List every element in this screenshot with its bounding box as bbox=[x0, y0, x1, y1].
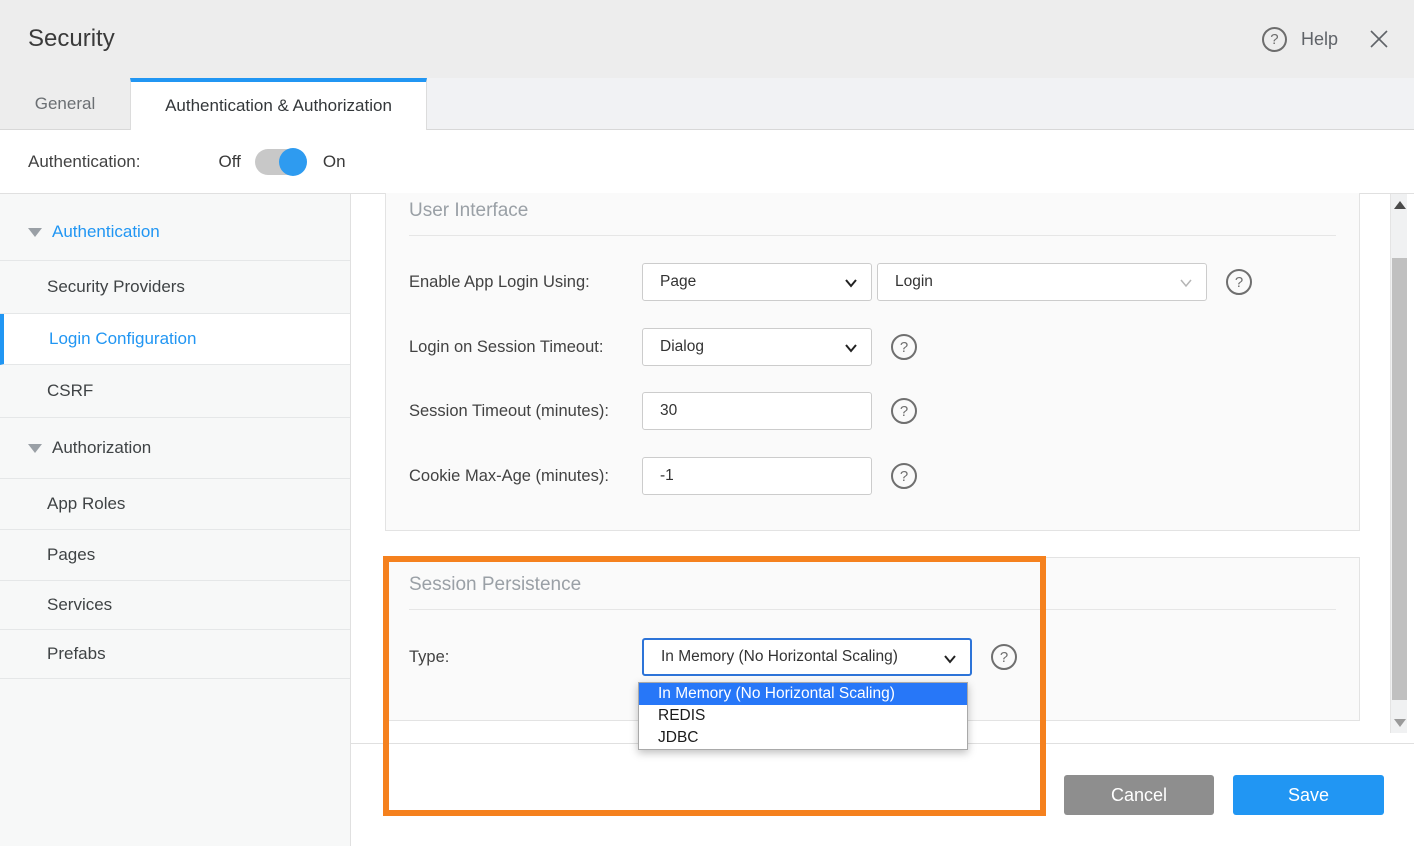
content-scrollbar[interactable] bbox=[1390, 194, 1407, 733]
sidebar-item-login-configuration[interactable]: Login Configuration bbox=[0, 314, 350, 365]
login-page-select[interactable]: Login bbox=[877, 263, 1207, 301]
sidebar-group-authentication[interactable]: Authentication bbox=[0, 194, 350, 261]
settings-content: User Interface Enable App Login Using: P… bbox=[351, 194, 1414, 846]
section-title: User Interface bbox=[409, 193, 1336, 222]
field-row-enable-app-login: Enable App Login Using: Page Login ? bbox=[409, 263, 1336, 301]
sidebar-item-csrf[interactable]: CSRF bbox=[0, 365, 350, 418]
sidebar-item-label: Services bbox=[47, 595, 112, 615]
dialog-header: Security ? Help bbox=[0, 0, 1414, 78]
section-divider bbox=[409, 609, 1336, 610]
login-session-timeout-select[interactable]: Dialog bbox=[642, 328, 872, 366]
tab-bar: General Authentication & Authorization bbox=[0, 78, 1414, 130]
caret-down-icon bbox=[28, 228, 42, 237]
user-interface-section: User Interface Enable App Login Using: P… bbox=[385, 193, 1360, 531]
section-divider bbox=[409, 235, 1336, 236]
sidebar-item-prefabs[interactable]: Prefabs bbox=[0, 630, 350, 679]
sidebar-item-services[interactable]: Services bbox=[0, 581, 350, 630]
close-icon[interactable] bbox=[1366, 26, 1392, 52]
cookie-max-age-field-wrap bbox=[642, 457, 872, 495]
toggle-on-label: On bbox=[323, 152, 346, 172]
tab-authentication-authorization[interactable]: Authentication & Authorization bbox=[130, 78, 427, 130]
enable-app-login-select[interactable]: Page bbox=[642, 263, 872, 301]
field-row-cookie-max-age: Cookie Max-Age (minutes): ? bbox=[409, 457, 1336, 495]
field-label: Cookie Max-Age (minutes): bbox=[409, 467, 642, 486]
sidebar-item-label: Prefabs bbox=[47, 644, 106, 664]
chevron-down-icon bbox=[942, 651, 958, 667]
help-circle-icon[interactable]: ? bbox=[1226, 269, 1252, 295]
chevron-down-icon bbox=[843, 340, 859, 356]
settings-sidebar: Authentication Security Providers Login … bbox=[0, 194, 351, 846]
toggle-knob bbox=[279, 148, 307, 176]
dropdown-option-redis[interactable]: REDIS bbox=[639, 705, 967, 727]
field-label: Session Timeout (minutes): bbox=[409, 402, 642, 421]
tab-general[interactable]: General bbox=[0, 78, 130, 130]
section-title: Session Persistence bbox=[409, 558, 1336, 596]
help-circle-icon[interactable]: ? bbox=[991, 644, 1017, 670]
scrollbar-thumb[interactable] bbox=[1392, 258, 1407, 700]
sidebar-item-label: Pages bbox=[47, 545, 95, 565]
help-circle-icon[interactable]: ? bbox=[891, 463, 917, 489]
toggle-off-label: Off bbox=[218, 152, 240, 172]
field-row-login-session-timeout: Login on Session Timeout: Dialog ? bbox=[409, 328, 1336, 366]
field-label: Login on Session Timeout: bbox=[409, 338, 642, 357]
field-label: Type: bbox=[409, 648, 642, 667]
sidebar-item-label: CSRF bbox=[47, 381, 93, 401]
sidebar-group-label: Authentication bbox=[52, 222, 160, 242]
sidebar-item-label: Security Providers bbox=[47, 277, 185, 297]
session-timeout-field-wrap bbox=[642, 392, 872, 430]
field-row-type: Type: In Memory (No Horizontal Scaling) … bbox=[409, 638, 1336, 676]
caret-down-icon bbox=[28, 444, 42, 453]
help-circle-icon[interactable]: ? bbox=[891, 398, 917, 424]
type-select-dropdown: In Memory (No Horizontal Scaling) REDIS … bbox=[638, 682, 968, 750]
cancel-button[interactable]: Cancel bbox=[1064, 775, 1214, 815]
scroll-up-arrow-icon[interactable] bbox=[1394, 201, 1406, 209]
save-button[interactable]: Save bbox=[1233, 775, 1384, 815]
sidebar-group-label: Authorization bbox=[52, 438, 151, 458]
field-row-session-timeout: Session Timeout (minutes): ? bbox=[409, 392, 1336, 430]
dropdown-option-jdbc[interactable]: JDBC bbox=[639, 727, 967, 749]
scroll-down-arrow-icon[interactable] bbox=[1394, 719, 1406, 727]
authentication-label: Authentication: bbox=[28, 152, 140, 172]
chevron-down-icon bbox=[1178, 275, 1194, 291]
dropdown-option-in-memory[interactable]: In Memory (No Horizontal Scaling) bbox=[639, 683, 967, 705]
select-value: Dialog bbox=[660, 338, 704, 356]
select-value: Login bbox=[895, 273, 933, 291]
sidebar-item-label: App Roles bbox=[47, 494, 125, 514]
tab-bar-filler bbox=[427, 78, 1414, 130]
authentication-toggle[interactable] bbox=[255, 149, 305, 175]
select-value: In Memory (No Horizontal Scaling) bbox=[661, 648, 898, 666]
session-timeout-input[interactable] bbox=[660, 393, 871, 429]
sidebar-group-authorization[interactable]: Authorization bbox=[0, 418, 350, 479]
authentication-toggle-row: Authentication: Off On bbox=[0, 130, 1414, 194]
sidebar-item-label: Login Configuration bbox=[49, 329, 196, 349]
sidebar-item-security-providers[interactable]: Security Providers bbox=[0, 261, 350, 314]
sidebar-item-app-roles[interactable]: App Roles bbox=[0, 479, 350, 530]
sidebar-item-pages[interactable]: Pages bbox=[0, 530, 350, 581]
help-circle-icon[interactable]: ? bbox=[1262, 27, 1287, 52]
help-link[interactable]: Help bbox=[1301, 29, 1338, 50]
cookie-max-age-input[interactable] bbox=[660, 458, 871, 494]
help-circle-icon[interactable]: ? bbox=[891, 334, 917, 360]
session-persistence-type-select[interactable]: In Memory (No Horizontal Scaling) bbox=[642, 638, 972, 676]
field-label: Enable App Login Using: bbox=[409, 273, 642, 292]
chevron-down-icon bbox=[843, 275, 859, 291]
select-value: Page bbox=[660, 273, 696, 291]
page-title: Security bbox=[28, 25, 115, 53]
